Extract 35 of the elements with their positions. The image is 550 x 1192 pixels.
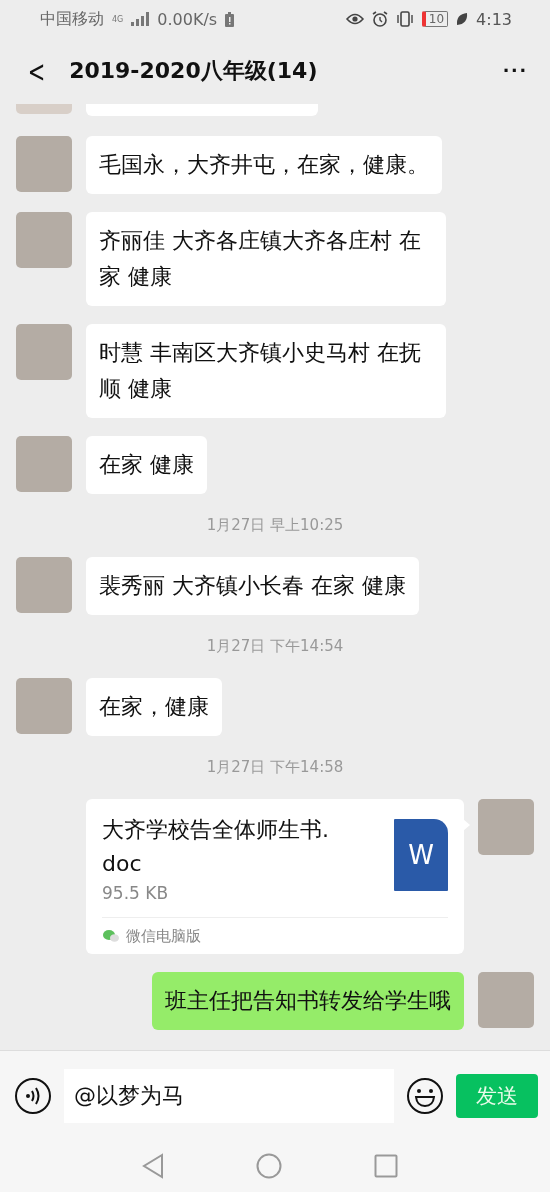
message-bubble: 班主任把告知书转发给学生哦 — [152, 972, 464, 1030]
network-type: 4G — [112, 14, 124, 24]
timestamp: 1月27日 早上10:25 — [205, 516, 345, 535]
chat-bubbles-icon — [102, 929, 120, 943]
eye-icon — [345, 13, 364, 25]
message-bubble: 时慧 丰南区大齐镇小史马村 在抚顺 健康 — [86, 324, 446, 418]
alarm-icon — [371, 11, 388, 27]
file-name: 大齐学校告全体师生书.doc — [102, 816, 330, 878]
vibrate-icon — [395, 11, 414, 27]
file-size: 95.5 KB — [102, 883, 170, 903]
more-button[interactable]: ··· — [499, 58, 532, 84]
message-bubble: 在家，健康 — [86, 678, 222, 736]
carrier-name: 中国移动 — [40, 8, 104, 30]
chat-title: 2019-2020八年级(14) — [69, 57, 319, 85]
back-button[interactable]: < — [23, 53, 50, 89]
document-icon: W — [394, 819, 448, 891]
recents-square-icon[interactable] — [374, 1154, 398, 1178]
message-input-field[interactable]: @以梦为马 — [64, 1068, 394, 1123]
leaf-icon — [456, 12, 469, 26]
voice-icon[interactable] — [14, 1076, 52, 1115]
home-circle-icon[interactable] — [256, 1153, 282, 1179]
battery-level: 10 — [421, 11, 449, 27]
timestamp: 1月27日 下午14:54 — [205, 637, 345, 656]
clock-time: 4:13 — [476, 9, 512, 29]
signal-icon — [131, 12, 150, 26]
message-bubble: 在家 健康 — [86, 436, 207, 494]
source-label: 微信电脑版 — [126, 926, 201, 946]
network-speed: 0.00K/s — [157, 9, 218, 29]
timestamp: 1月27日 下午14:58 — [205, 758, 345, 777]
message-bubble: 齐丽佳 大齐各庄镇大齐各庄村 在家 健康 — [86, 212, 446, 306]
alert-icon — [225, 11, 235, 27]
back-triangle-icon[interactable] — [142, 1153, 164, 1179]
message-bubble: 裴秀丽 大齐镇小长春 在家 健康 — [86, 557, 419, 615]
message-bubble: 毛国永，大齐井屯，在家，健康。 — [86, 136, 442, 194]
smiley-icon[interactable] — [406, 1076, 444, 1115]
